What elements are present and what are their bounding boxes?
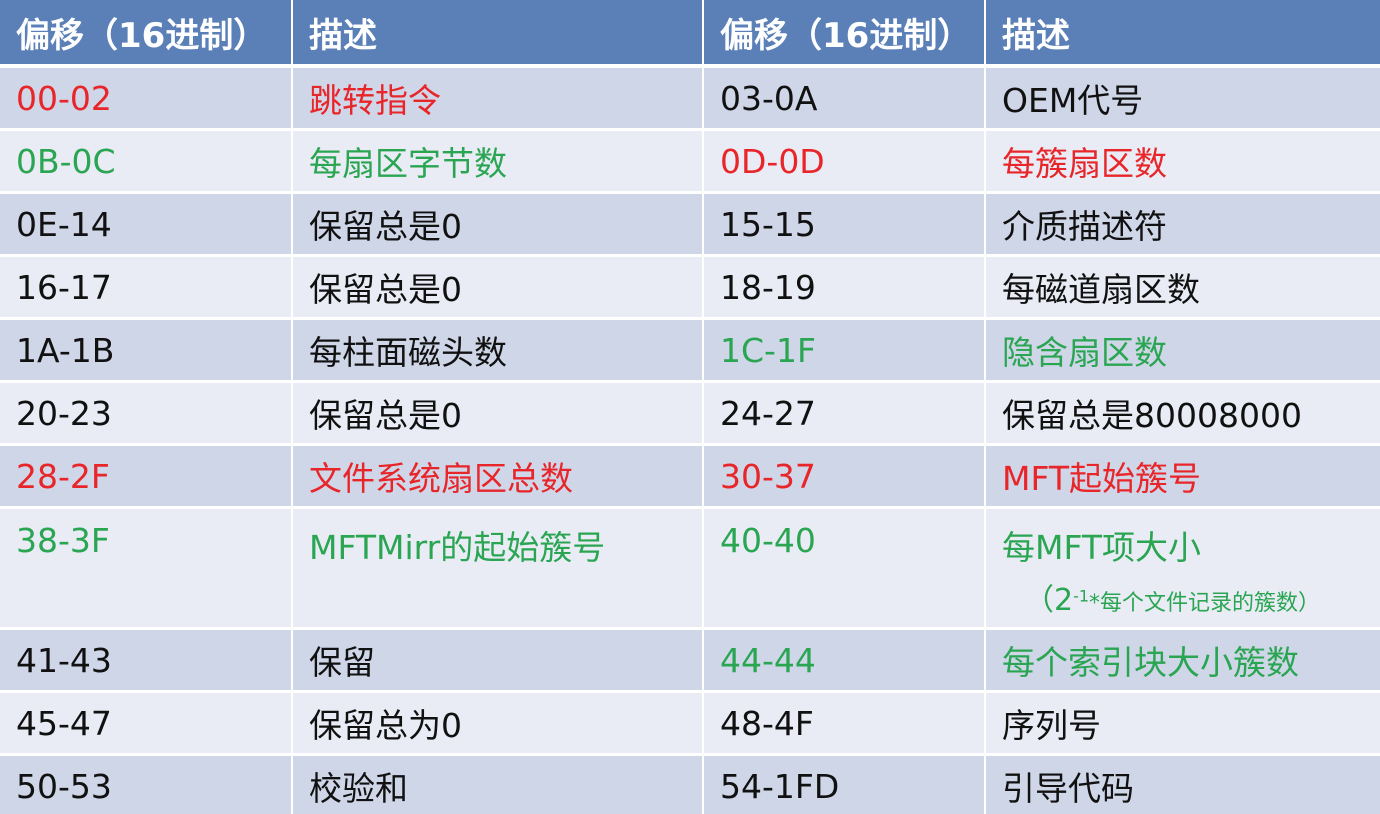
description-cell: 每簇扇区数 bbox=[985, 129, 1380, 194]
offset-cell: 18-19 bbox=[703, 255, 986, 320]
header-offset-right: 偏移（16进制） bbox=[703, 0, 986, 68]
description-cell: 保留总是0 bbox=[292, 192, 704, 257]
note-rest: *每个文件记录的簇数） bbox=[1089, 591, 1321, 616]
offset-cell: 20-23 bbox=[0, 381, 293, 446]
description-cell: 每扇区字节数 bbox=[292, 129, 704, 194]
offset-cell: 24-27 bbox=[703, 381, 986, 446]
slide: 偏移（16进制） 描述 偏移（16进制） 描述 00-02 跳转指令 03-0A… bbox=[0, 0, 1380, 814]
offset-cell: 38-3F bbox=[0, 507, 293, 630]
offset-cell: 54-1FD bbox=[703, 754, 986, 814]
table-row: 38-3F MFTMirr的起始簇号 40-40 每MFT项大小 （2-1*每个… bbox=[0, 507, 1380, 630]
header-offset-left: 偏移（16进制） bbox=[0, 0, 293, 68]
table-header-row: 偏移（16进制） 描述 偏移（16进制） 描述 bbox=[0, 0, 1380, 68]
offset-cell: 15-15 bbox=[703, 192, 986, 257]
offset-cell: 00-02 bbox=[0, 66, 293, 131]
header-description-right: 描述 bbox=[985, 0, 1380, 68]
description-cell: MFT起始簇号 bbox=[985, 444, 1380, 509]
description-cell: 校验和 bbox=[292, 754, 704, 814]
description-cell: 介质描述符 bbox=[985, 192, 1380, 257]
description-cell: 文件系统扇区总数 bbox=[292, 444, 704, 509]
table-row: 1A-1B 每柱面磁头数 1C-1F 隐含扇区数 bbox=[0, 318, 1380, 383]
offset-cell: 41-43 bbox=[0, 628, 293, 693]
description-cell: 引导代码 bbox=[985, 754, 1380, 814]
offset-cell: 28-2F bbox=[0, 444, 293, 509]
description-text: 每MFT项大小 bbox=[1002, 528, 1202, 567]
note-exponent: -1 bbox=[1073, 586, 1090, 606]
table-row: 20-23 保留总是0 24-27 保留总是80008000 bbox=[0, 381, 1380, 446]
description-cell: 序列号 bbox=[985, 691, 1380, 756]
description-cell: 每磁道扇区数 bbox=[985, 255, 1380, 320]
offset-cell: 45-47 bbox=[0, 691, 293, 756]
table-row: 50-53 校验和 54-1FD 引导代码 bbox=[0, 754, 1380, 814]
table-row: 41-43 保留 44-44 每个索引块大小簇数 bbox=[0, 628, 1380, 693]
offset-cell: 48-4F bbox=[703, 691, 986, 756]
table-row: 00-02 跳转指令 03-0A OEM代号 bbox=[0, 66, 1380, 131]
description-cell: OEM代号 bbox=[985, 66, 1380, 131]
table-row: 0B-0C 每扇区字节数 0D-0D 每簇扇区数 bbox=[0, 129, 1380, 194]
description-cell: 跳转指令 bbox=[292, 66, 704, 131]
table-row: 0E-14 保留总是0 15-15 介质描述符 bbox=[0, 192, 1380, 257]
offset-cell: 0D-0D bbox=[703, 129, 986, 194]
description-cell: 隐含扇区数 bbox=[985, 318, 1380, 383]
header-description-left: 描述 bbox=[292, 0, 704, 68]
note-open-paren: （ bbox=[1024, 583, 1054, 618]
offset-cell: 30-37 bbox=[703, 444, 986, 509]
description-cell: 每个索引块大小簇数 bbox=[985, 628, 1380, 693]
offset-cell: 40-40 bbox=[703, 507, 986, 630]
offset-cell: 1A-1B bbox=[0, 318, 293, 383]
offset-cell: 1C-1F bbox=[703, 318, 986, 383]
note-base: 2 bbox=[1054, 583, 1074, 618]
description-cell: 保留总是80008000 bbox=[985, 381, 1380, 446]
offset-cell: 0B-0C bbox=[0, 129, 293, 194]
offset-cell: 16-17 bbox=[0, 255, 293, 320]
ntfs-boot-sector-table: 偏移（16进制） 描述 偏移（16进制） 描述 00-02 跳转指令 03-0A… bbox=[0, 0, 1380, 814]
description-cell: 保留总是0 bbox=[292, 381, 704, 446]
table-row: 28-2F 文件系统扇区总数 30-37 MFT起始簇号 bbox=[0, 444, 1380, 509]
description-cell: MFTMirr的起始簇号 bbox=[292, 507, 704, 630]
description-cell: 保留 bbox=[292, 628, 704, 693]
mft-entry-size-note: （2-1*每个文件记录的簇数） bbox=[1002, 575, 1380, 619]
offset-cell: 44-44 bbox=[703, 628, 986, 693]
offset-cell: 0E-14 bbox=[0, 192, 293, 257]
description-cell: 每柱面磁头数 bbox=[292, 318, 704, 383]
table-row: 45-47 保留总为0 48-4F 序列号 bbox=[0, 691, 1380, 756]
offset-cell: 03-0A bbox=[703, 66, 986, 131]
description-cell: 保留总是0 bbox=[292, 255, 704, 320]
description-cell-with-note: 每MFT项大小 （2-1*每个文件记录的簇数） bbox=[985, 507, 1380, 630]
table-row: 16-17 保留总是0 18-19 每磁道扇区数 bbox=[0, 255, 1380, 320]
description-cell: 保留总为0 bbox=[292, 691, 704, 756]
offset-cell: 50-53 bbox=[0, 754, 293, 814]
